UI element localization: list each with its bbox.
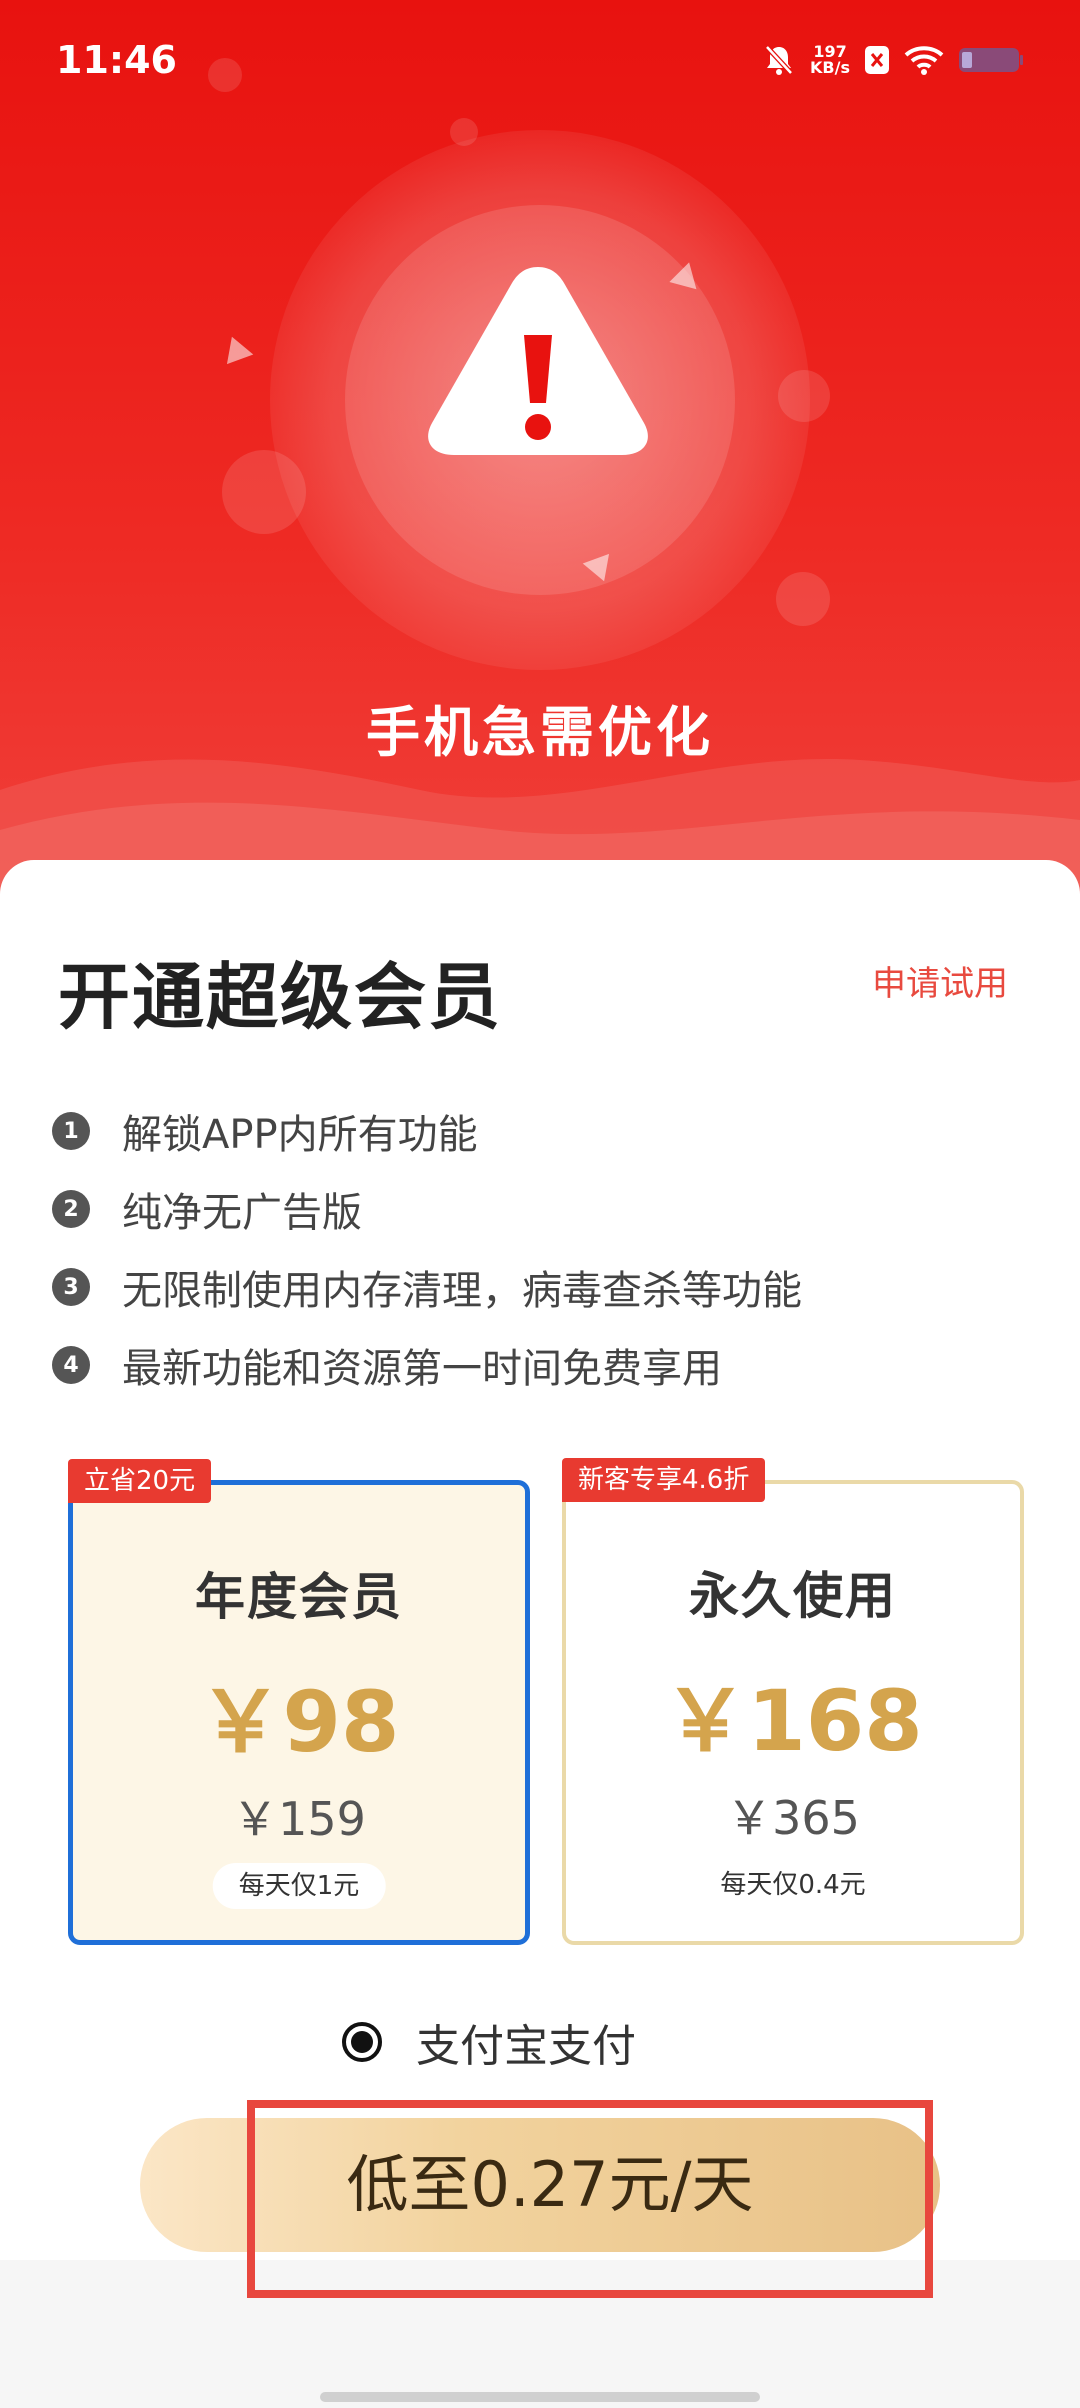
home-indicator[interactable] [320, 2392, 760, 2402]
battery-icon [959, 48, 1023, 72]
payment-option-alipay[interactable]: 支付宝支付 [342, 2010, 636, 2074]
plan-price: ￥98 [198, 1673, 400, 1771]
plan-daily-price: 每天仅1元 [212, 1863, 386, 1909]
hero-banner: 手机急需优化 [0, 0, 1080, 900]
network-speed-unit: KB/s [810, 58, 850, 77]
feature-number: 3 [52, 1268, 90, 1306]
feature-number: 2 [52, 1190, 90, 1228]
decor-bubble [776, 572, 830, 626]
feature-number: 4 [52, 1346, 90, 1384]
plan-daily-price: 每天仅0.4元 [720, 1870, 866, 1900]
plan-tag: 新客专享4.6折 [562, 1458, 766, 1502]
plan-original-price: ￥365 [726, 1791, 860, 1845]
payment-label: 支付宝支付 [416, 2021, 636, 2072]
plan-price: ￥168 [663, 1672, 923, 1770]
feature-text: 无限制使用内存清理，病毒查杀等功能 [122, 1268, 802, 1314]
plan-original-price: ￥159 [232, 1792, 366, 1846]
warning-icon [428, 267, 648, 455]
feature-text: 最新功能和资源第一时间免费享用 [122, 1346, 722, 1392]
plan-tag: 立省20元 [68, 1459, 212, 1503]
feature-item: 4 最新功能和资源第一时间免费享用 [52, 1326, 802, 1404]
plan-card-lifetime[interactable]: 新客专享4.6折 永久使用 ￥168 ￥365 每天仅0.4元 [562, 1458, 1024, 1945]
network-speed: 197 KB/s [810, 44, 850, 76]
sim-x-icon [865, 46, 889, 74]
status-icons: 197 KB/s [762, 40, 1024, 80]
plan-card-annual[interactable]: 立省20元 年度会员 ￥98 ￥159 每天仅1元 [68, 1459, 530, 1945]
feature-text: 解锁APP内所有功能 [122, 1112, 478, 1158]
mute-icon [765, 45, 793, 75]
status-time: 11:46 [56, 38, 177, 82]
trial-link[interactable]: 申请试用 [872, 956, 1008, 1005]
status-bar: 11:46 197 KB/s [0, 0, 1080, 120]
highlight-box [247, 2100, 933, 2298]
feature-item: 1 解锁APP内所有功能 [52, 1092, 802, 1170]
feature-item: 3 无限制使用内存清理，病毒查杀等功能 [52, 1248, 802, 1326]
membership-title: 开通超级会员 [58, 955, 503, 1039]
feature-item: 2 纯净无广告版 [52, 1170, 802, 1248]
feature-list: 1 解锁APP内所有功能 2 纯净无广告版 3 无限制使用内存清理，病毒查杀等功… [52, 1092, 802, 1404]
feature-text: 纯净无广告版 [122, 1190, 362, 1236]
feature-number: 1 [52, 1112, 90, 1150]
wifi-icon [904, 46, 944, 75]
payment-radio[interactable] [342, 2022, 382, 2062]
plan-name: 年度会员 [195, 1568, 403, 1626]
radio-selected-dot [351, 2031, 373, 2053]
decor-triangle [218, 331, 254, 365]
membership-card: 开通超级会员 申请试用 1 解锁APP内所有功能 2 纯净无广告版 3 无限制使… [0, 860, 1080, 2260]
plan-name: 永久使用 [689, 1567, 897, 1625]
